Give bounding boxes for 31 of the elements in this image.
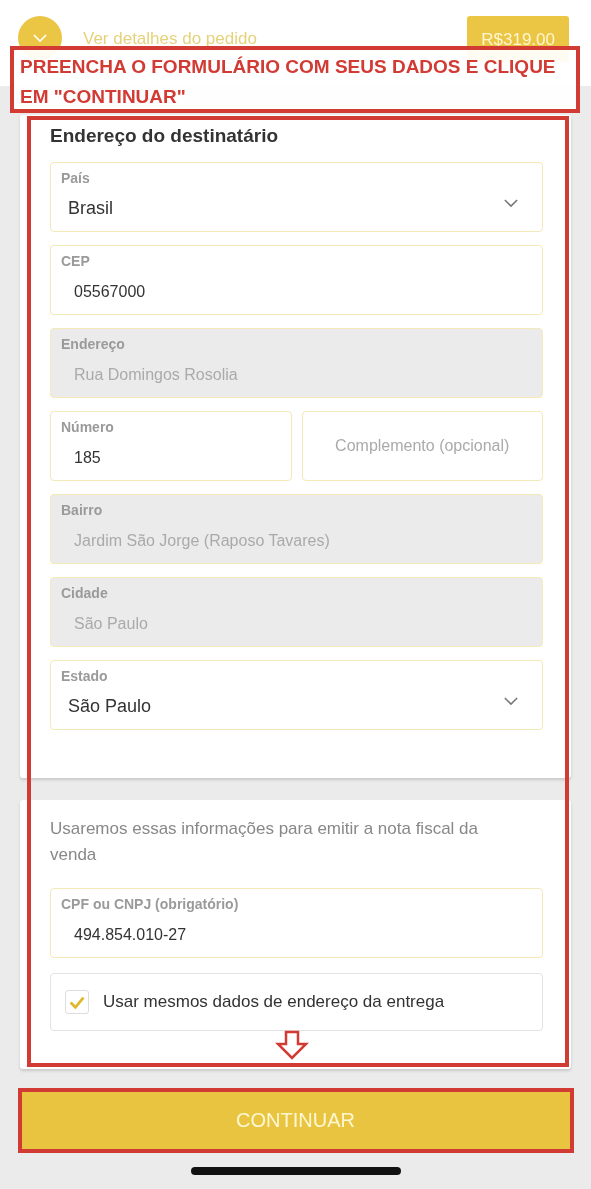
annotation-banner: PREENCHA O FORMULÁRIO COM SEUS DADOS E CLIQUE EM "CONTINUAR" [10,46,580,113]
checkmark-icon [69,995,85,1009]
field-value: 185 [74,449,101,467]
field-value: 494.854.010-27 [74,926,187,944]
section-title: Endereço do destinatário [50,125,280,147]
field-label: CEP [61,253,90,269]
chevron-down-icon [504,199,518,208]
input-field[interactable]: Número 185 [50,411,292,481]
field-label: CPF ou CNPJ (obrigatório) [61,896,239,912]
field-value: São Paulo [68,696,152,717]
field-value: 05567000 [74,283,146,301]
field-placeholder: Complemento (opcional) [335,437,510,455]
field-label: Número [61,419,114,435]
input-field[interactable]: CPF ou CNPJ (obrigatório) 494.854.010-27 [50,888,543,958]
input-field[interactable]: CEP 05567000 [50,245,543,315]
field-label: Bairro [61,502,103,518]
field-label: Cidade [61,585,108,601]
down-arrow-icon [275,1030,309,1060]
select-field[interactable]: País Brasil [50,162,543,232]
checkbox-label: Usar mesmos dados de endereço da entrega [103,992,445,1012]
checkbox-row[interactable]: Usar mesmos dados de endereço da entrega [50,973,543,1031]
field-label: Estado [61,668,108,684]
field-label: Endereço [61,336,125,352]
info-text: Usaremos essas informações para emitir a nota fiscal da venda [50,818,479,866]
field-label: País [61,170,90,186]
chevron-down-icon [504,697,518,706]
chevron-down-icon [33,33,47,43]
checkbox[interactable] [65,990,89,1014]
field-value: São Paulo [74,615,148,633]
select-field[interactable]: Estado São Paulo [50,660,543,730]
field-value: Brasil [68,198,113,219]
